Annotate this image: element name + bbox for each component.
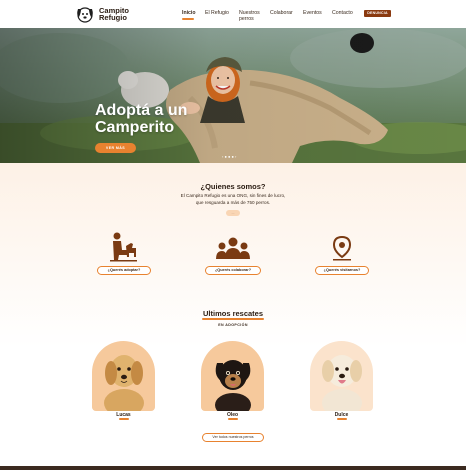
adoptar-button[interactable]: ¿Querés adoptar? bbox=[97, 266, 151, 275]
dog-photo-lucas bbox=[92, 341, 155, 411]
nav-item-nuestros-perros[interactable]: Nuestros perros bbox=[239, 10, 260, 22]
dog-logo-icon bbox=[77, 7, 93, 23]
about-title: ¿Quienes somos? bbox=[200, 182, 266, 191]
dog-name-underline bbox=[119, 418, 129, 420]
nav-item-nuestros-line2: perros bbox=[239, 16, 254, 22]
rescues-subtitle: EN ADOPCIÓN bbox=[218, 323, 248, 327]
visitarnos-button[interactable]: ¿Querés visitarnos? bbox=[315, 266, 369, 275]
hero-title-line-2: Camperito bbox=[95, 119, 175, 136]
logo-line-2: Refugio bbox=[99, 13, 127, 22]
colaborar-button[interactable]: ¿Querés colaborar? bbox=[205, 266, 261, 275]
nav-item-el-refugio[interactable]: El Refugio bbox=[205, 10, 229, 16]
rescues-title-underline bbox=[202, 318, 264, 320]
dog-card-dulce[interactable] bbox=[310, 341, 373, 411]
location-pin-icon bbox=[332, 235, 352, 261]
site-header: Campito Refugio Inicio El Refugio Nuestr… bbox=[0, 0, 466, 28]
dog-card-lucas[interactable] bbox=[92, 341, 155, 411]
hero-title: Adoptá a un Camperito bbox=[95, 102, 187, 136]
content-section: ¿Quienes somos? El Campito Refugio es un… bbox=[0, 163, 466, 470]
ver-mas-button[interactable]: VER MÁS bbox=[95, 143, 136, 153]
denuncia-button[interactable]: DENUNCIA bbox=[364, 10, 391, 17]
dog-photo-oleo bbox=[201, 341, 264, 411]
dog-photo-dulce bbox=[310, 341, 373, 411]
footer-bar bbox=[0, 466, 466, 470]
hero-banner: Adoptá a un Camperito VER MÁS ‹ ● ● ● › bbox=[0, 28, 466, 163]
rescues-title: Ultimos rescates bbox=[202, 309, 264, 318]
nav-item-colaborar[interactable]: Colaborar bbox=[270, 10, 293, 16]
about-read-more-pill[interactable]: ··· bbox=[226, 210, 240, 216]
dog-name-underline bbox=[228, 418, 238, 420]
about-text: El Campito Refugio es una ONG, sin fines… bbox=[180, 193, 286, 205]
hero-title-line-1: Adoptá a un bbox=[95, 102, 188, 119]
dog-name-underline bbox=[337, 418, 347, 420]
nav-active-indicator bbox=[182, 18, 194, 20]
nav-item-contacto[interactable]: Contacto bbox=[332, 10, 353, 16]
nav-item-inicio[interactable]: Inicio bbox=[182, 10, 196, 16]
dog-card-oleo[interactable] bbox=[201, 341, 264, 411]
ver-todos-button[interactable]: Ver todos nuestros perros bbox=[202, 433, 264, 442]
nav-item-eventos[interactable]: Eventos bbox=[303, 10, 322, 16]
logo[interactable]: Campito Refugio bbox=[75, 5, 129, 23]
group-people-icon bbox=[216, 237, 250, 259]
logo-text: Campito Refugio bbox=[99, 6, 129, 22]
adopt-person-dog-icon bbox=[110, 232, 137, 262]
hero-photo bbox=[0, 28, 466, 163]
carousel-pager[interactable]: ‹ ● ● ● › bbox=[222, 154, 236, 159]
